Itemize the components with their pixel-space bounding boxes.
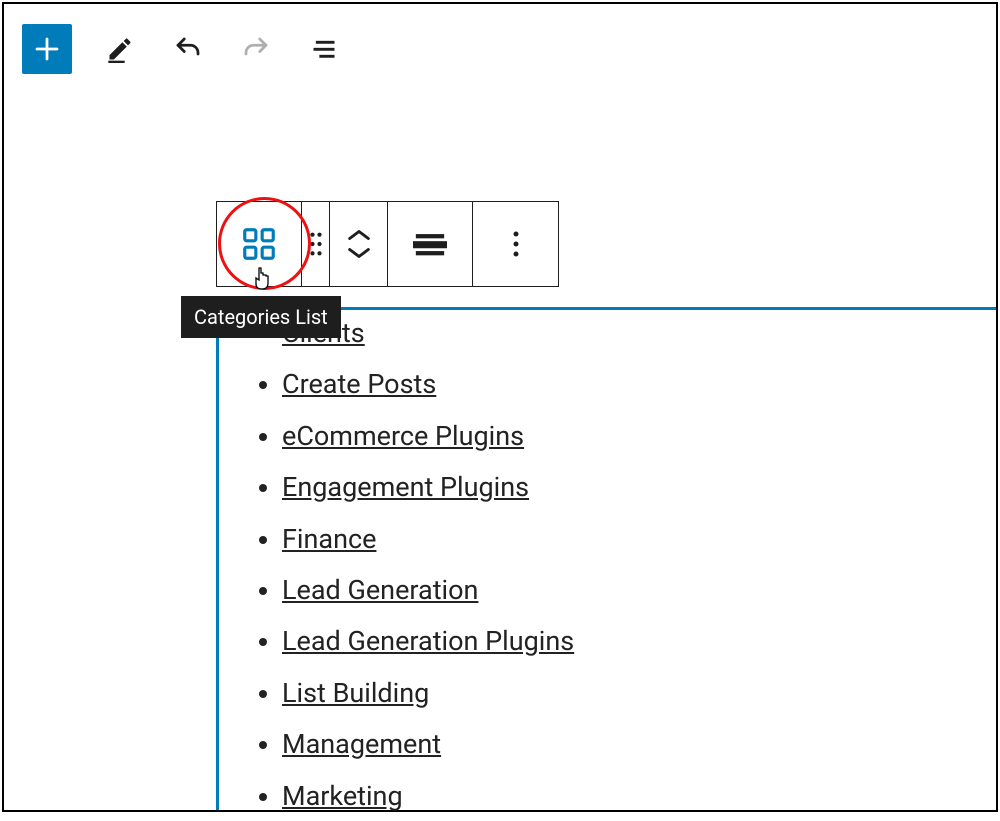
add-block-button[interactable] bbox=[22, 24, 72, 74]
category-link[interactable]: eCommerce Plugins bbox=[282, 420, 524, 452]
block-type-tooltip: Categories List bbox=[181, 296, 341, 338]
chevron-down-icon bbox=[345, 244, 373, 262]
edit-tool-button[interactable] bbox=[100, 29, 140, 69]
document-outline-button[interactable] bbox=[304, 29, 344, 69]
category-link[interactable]: Engagement Plugins bbox=[282, 471, 529, 503]
category-list-item: List Building bbox=[282, 667, 976, 718]
drag-handle-icon bbox=[309, 230, 323, 258]
redo-icon bbox=[241, 34, 271, 64]
category-link[interactable]: Management bbox=[282, 728, 441, 760]
category-link[interactable]: List Building bbox=[282, 677, 429, 709]
editor-top-toolbar bbox=[22, 24, 344, 74]
align-wide-icon bbox=[413, 227, 447, 261]
category-link[interactable]: Lead Generation bbox=[282, 574, 478, 606]
block-align-button[interactable] bbox=[388, 202, 473, 286]
editor-frame: Categories List Clients Create Posts eComm… bbox=[2, 2, 998, 812]
category-list-item: Finance bbox=[282, 513, 976, 564]
block-type-button[interactable] bbox=[217, 202, 302, 286]
categories-list: Clients Create Posts eCommerce Plugins Enga… bbox=[244, 307, 976, 821]
drag-handle[interactable] bbox=[302, 202, 330, 286]
move-up-button[interactable] bbox=[345, 226, 373, 244]
category-link[interactable]: Marketing bbox=[282, 780, 403, 812]
category-link[interactable]: Finance bbox=[282, 523, 376, 555]
category-list-item: eCommerce Plugins bbox=[282, 410, 976, 461]
block-more-options-button[interactable] bbox=[473, 202, 558, 286]
category-list-item: Clients bbox=[282, 307, 976, 358]
redo-button[interactable] bbox=[236, 29, 276, 69]
category-list-item: Management bbox=[282, 718, 976, 769]
undo-button[interactable] bbox=[168, 29, 208, 69]
pencil-icon bbox=[106, 35, 134, 63]
more-vertical-icon bbox=[511, 229, 521, 259]
category-list-item: Marketing bbox=[282, 770, 976, 821]
category-list-item: Engagement Plugins bbox=[282, 461, 976, 512]
category-list-item: Lead Generation Plugins bbox=[282, 615, 976, 666]
category-link[interactable]: Lead Generation Plugins bbox=[282, 625, 574, 657]
category-link[interactable]: Create Posts bbox=[282, 368, 436, 400]
plus-icon bbox=[32, 34, 62, 64]
categories-grid-icon bbox=[240, 225, 278, 263]
category-list-item: Create Posts bbox=[282, 358, 976, 409]
block-movers bbox=[330, 202, 388, 286]
list-outline-icon bbox=[310, 35, 338, 63]
move-down-button[interactable] bbox=[345, 244, 373, 262]
category-list-item: Lead Generation bbox=[282, 564, 976, 615]
chevron-up-icon bbox=[345, 226, 373, 244]
undo-icon bbox=[173, 34, 203, 64]
block-toolbar bbox=[216, 201, 559, 287]
